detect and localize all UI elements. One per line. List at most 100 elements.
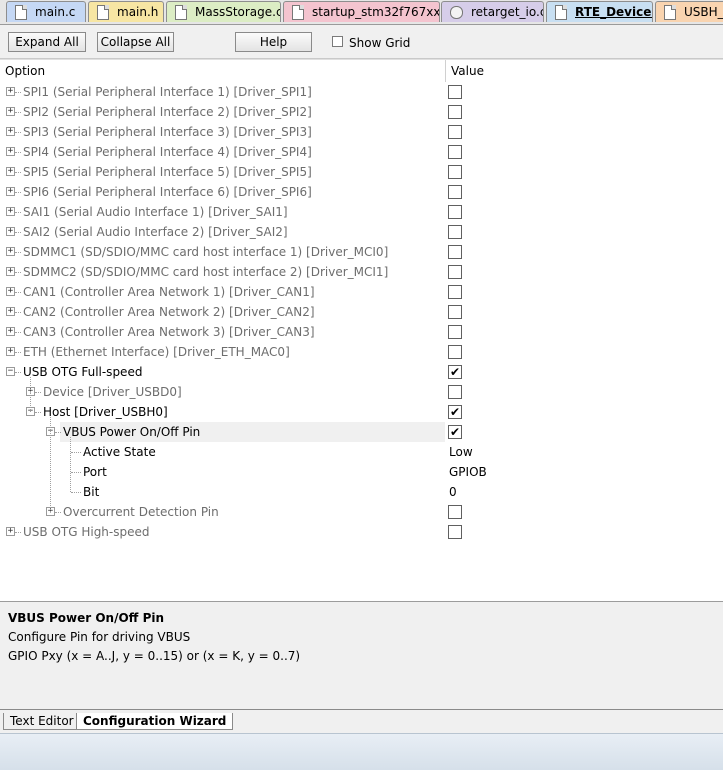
tree-connector	[15, 312, 21, 313]
tab-main-c[interactable]: main.c	[6, 1, 86, 22]
tab-configuration-wizard[interactable]: Configuration Wizard	[76, 713, 234, 730]
expand-node-icon[interactable]: +	[6, 167, 15, 176]
help-button[interactable]: Help	[235, 32, 312, 52]
enable-checkbox[interactable]	[448, 265, 462, 279]
tree-row-sdmmc2-sd-sdio-mmc-card-host-interface-2[interactable]: + SDMMC2 (SD/SDIO/MMC card host interface…	[0, 262, 723, 282]
enable-checkbox[interactable]	[448, 105, 462, 119]
tree-connector	[15, 232, 21, 233]
tree-row-can3-controller-area-network-3-driver-ca[interactable]: + CAN3 (Controller Area Network 3) [Drive…	[0, 322, 723, 342]
enable-checkbox[interactable]	[448, 325, 462, 339]
option-value[interactable]: GPIOB	[449, 465, 487, 479]
collapse-all-button[interactable]: Collapse All	[97, 32, 174, 52]
tab-rte-device-h[interactable]: RTE_Device.h	[546, 1, 653, 22]
tree-row-spi6-serial-peripheral-interface-6-drive[interactable]: + SPI6 (Serial Peripheral Interface 6) [D…	[0, 182, 723, 202]
expand-node-icon[interactable]: +	[6, 347, 15, 356]
expand-node-icon[interactable]: +	[6, 247, 15, 256]
tree-row-can1-controller-area-network-1-driver-ca[interactable]: + CAN1 (Controller Area Network 1) [Drive…	[0, 282, 723, 302]
column-header-option: Option	[5, 64, 46, 78]
expand-node-icon[interactable]: +	[6, 327, 15, 336]
tree-connector	[15, 212, 21, 213]
tree-connector	[15, 252, 21, 253]
tab-text-editor[interactable]: Text Editor	[3, 713, 81, 730]
tree-row-sai2-serial-audio-interface-2-driver-sai[interactable]: + SAI2 (Serial Audio Interface 2) [Driver…	[0, 222, 723, 242]
tree-row-port[interactable]: Port GPIOB	[0, 462, 723, 482]
tree-row-can2-controller-area-network-2-driver-ca[interactable]: + CAN2 (Controller Area Network 2) [Drive…	[0, 302, 723, 322]
option-label: SPI1 (Serial Peripheral Interface 1) [Dr…	[23, 85, 312, 99]
option-label: USB OTG High-speed	[23, 525, 150, 539]
enable-checkbox[interactable]	[448, 245, 462, 259]
tab-label: USBH_C	[684, 5, 723, 19]
enable-checkbox[interactable]	[448, 285, 462, 299]
tree-row-spi3-serial-peripheral-interface-3-drive[interactable]: + SPI3 (Serial Peripheral Interface 3) [D…	[0, 122, 723, 142]
expand-node-icon[interactable]: +	[6, 287, 15, 296]
tree-row-overcurrent-detection-pin[interactable]: + Overcurrent Detection Pin	[0, 502, 723, 522]
description-line-1: Configure Pin for driving VBUS	[8, 630, 191, 644]
tree-row-sai1-serial-audio-interface-1-driver-sai[interactable]: + SAI1 (Serial Audio Interface 1) [Driver…	[0, 202, 723, 222]
tree-connector	[71, 472, 81, 473]
tree-row-spi4-serial-peripheral-interface-4-drive[interactable]: + SPI4 (Serial Peripheral Interface 4) [D…	[0, 142, 723, 162]
expand-all-button[interactable]: Expand All	[8, 32, 86, 52]
description-panel: VBUS Power On/Off Pin Configure Pin for …	[0, 601, 723, 710]
expand-node-icon[interactable]: +	[6, 107, 15, 116]
enable-checkbox[interactable]	[448, 205, 462, 219]
expand-node-icon[interactable]: +	[6, 227, 15, 236]
enable-checkbox[interactable]	[448, 505, 462, 519]
option-label: VBUS Power On/Off Pin	[63, 425, 201, 439]
tree-row-host-driver-usbh0[interactable]: − Host [Driver_USBH0] ✔	[0, 402, 723, 422]
tree-connector	[35, 412, 41, 413]
column-divider[interactable]	[445, 60, 446, 82]
tree-row-active-state[interactable]: Active State Low	[0, 442, 723, 462]
tree-connector	[15, 192, 21, 193]
show-grid-checkbox[interactable]	[332, 36, 343, 47]
enable-checkbox[interactable]	[448, 345, 462, 359]
expand-node-icon[interactable]: +	[6, 207, 15, 216]
tree-row-vbus-power-on-off-pin[interactable]: − VBUS Power On/Off Pin ✔	[0, 422, 723, 442]
tree-row-usb-otg-high-speed[interactable]: + USB OTG High-speed	[0, 522, 723, 542]
tab-retarget-io-c[interactable]: retarget_io.c	[441, 1, 544, 22]
option-value[interactable]: 0	[449, 485, 457, 499]
expand-node-icon[interactable]: +	[6, 527, 15, 536]
tree-row-eth-ethernet-interface-driver-eth-mac0[interactable]: + ETH (Ethernet Interface) [Driver_ETH_MA…	[0, 342, 723, 362]
tree-row-spi2-serial-peripheral-interface-2-drive[interactable]: + SPI2 (Serial Peripheral Interface 2) [D…	[0, 102, 723, 122]
expand-node-icon[interactable]: +	[6, 87, 15, 96]
enable-checkbox[interactable]: ✔	[448, 405, 462, 419]
tree-row-usb-otg-full-speed[interactable]: − USB OTG Full-speed ✔	[0, 362, 723, 382]
expand-node-icon[interactable]: +	[6, 267, 15, 276]
tree-row-sdmmc1-sd-sdio-mmc-card-host-interface-1[interactable]: + SDMMC1 (SD/SDIO/MMC card host interface…	[0, 242, 723, 262]
enable-checkbox[interactable]: ✔	[448, 365, 462, 379]
option-label: ETH (Ethernet Interface) [Driver_ETH_MAC…	[23, 345, 290, 359]
expand-node-icon[interactable]: +	[6, 147, 15, 156]
enable-checkbox[interactable]	[448, 525, 462, 539]
enable-checkbox[interactable]	[448, 165, 462, 179]
c-file-icon	[664, 4, 676, 20]
tree-row-spi1-serial-peripheral-interface-1-drive[interactable]: + SPI1 (Serial Peripheral Interface 1) [D…	[0, 82, 723, 102]
tree-row-spi5-serial-peripheral-interface-5-drive[interactable]: + SPI5 (Serial Peripheral Interface 5) [D…	[0, 162, 723, 182]
enable-checkbox[interactable]	[448, 385, 462, 399]
enable-checkbox[interactable]	[448, 185, 462, 199]
expand-node-icon[interactable]: +	[6, 307, 15, 316]
enable-checkbox[interactable]: ✔	[448, 425, 462, 439]
tree-row-device-driver-usbd0[interactable]: + Device [Driver_USBD0]	[0, 382, 723, 402]
collapse-node-icon[interactable]: −	[6, 367, 15, 376]
enable-checkbox[interactable]	[448, 125, 462, 139]
tree-row-bit[interactable]: Bit 0	[0, 482, 723, 502]
tab-main-h[interactable]: main.h	[88, 1, 164, 22]
tree-connector	[71, 452, 81, 453]
option-value[interactable]: Low	[449, 445, 473, 459]
expand-node-icon[interactable]: +	[6, 127, 15, 136]
expand-node-icon[interactable]: +	[6, 187, 15, 196]
enable-checkbox[interactable]	[448, 85, 462, 99]
enable-checkbox[interactable]	[448, 305, 462, 319]
enable-checkbox[interactable]	[448, 145, 462, 159]
tab-massstorage-c[interactable]: MassStorage.c	[166, 1, 281, 22]
tab-label: RTE_Device.h	[575, 5, 652, 19]
column-header-value: Value	[451, 64, 484, 78]
description-title: VBUS Power On/Off Pin	[8, 611, 165, 625]
tab-usbh-c[interactable]: USBH_C	[655, 1, 723, 22]
option-label: SDMMC1 (SD/SDIO/MMC card host interface …	[23, 245, 389, 259]
tab-startup-s[interactable]: startup_stm32f767xx.s	[283, 1, 440, 22]
tab-label: main.h	[117, 5, 159, 19]
enable-checkbox[interactable]	[448, 225, 462, 239]
option-label: CAN3 (Controller Area Network 3) [Driver…	[23, 325, 315, 339]
tree-connector	[15, 372, 21, 373]
